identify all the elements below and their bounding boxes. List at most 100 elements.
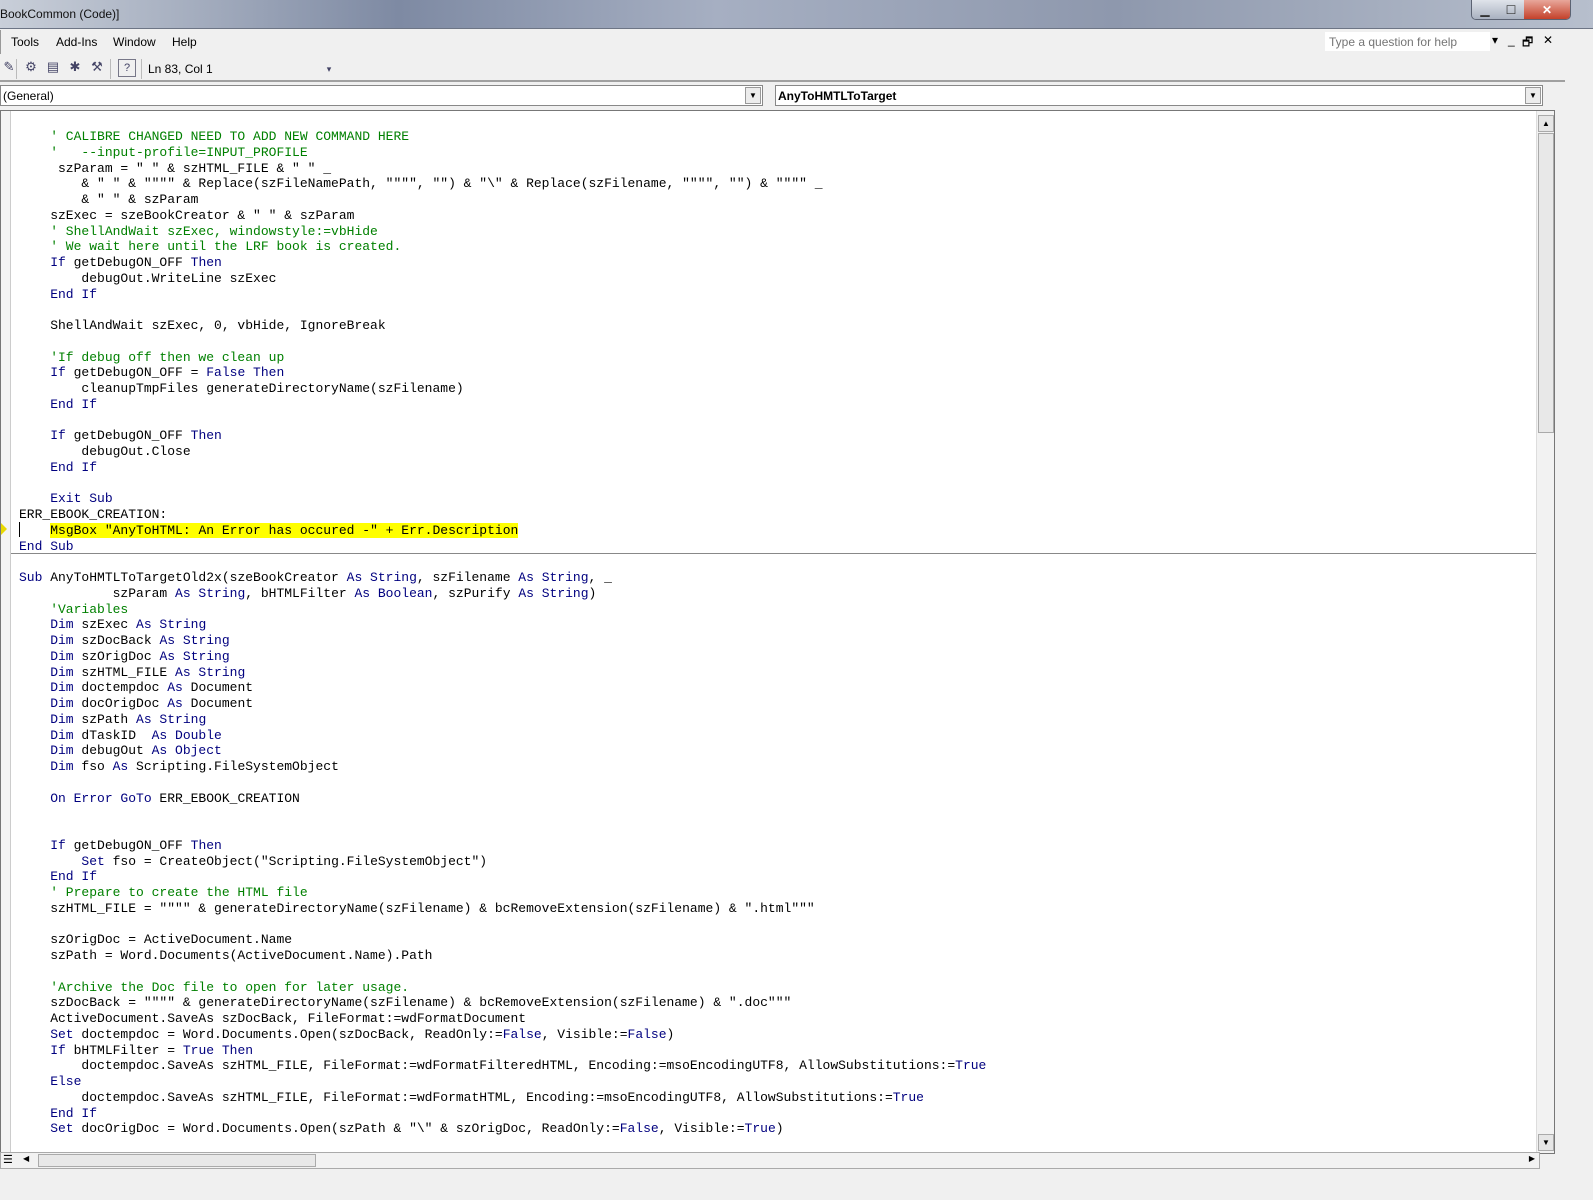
code-line[interactable]: If getDebugON_OFF = False Then [19, 365, 986, 381]
mdi-close-button[interactable]: ✕ [1543, 33, 1553, 47]
code-line[interactable] [19, 476, 986, 492]
code-line[interactable]: ' Prepare to create the HTML file [19, 885, 986, 901]
code-line[interactable]: End If [19, 397, 986, 413]
help-search-input[interactable] [1325, 32, 1490, 51]
code-line[interactable]: debugOut.WriteLine szExec [19, 271, 986, 287]
code-line[interactable]: ERR_EBOOK_CREATION: [19, 507, 986, 523]
code-line[interactable]: doctempdoc.SaveAs szHTML_FILE, FileForma… [19, 1090, 986, 1106]
mdi-minimize-button[interactable]: _ [1508, 33, 1515, 47]
code-line[interactable]: Else [19, 1074, 986, 1090]
object-combo[interactable]: (General) ▼ [0, 85, 763, 106]
code-line[interactable]: ShellAndWait szExec, 0, vbHide, IgnoreBr… [19, 318, 986, 334]
code-line[interactable]: debugOut.Close [19, 444, 986, 460]
toolbox-icon[interactable]: ⚒ [88, 59, 106, 77]
code-line[interactable]: szPath = Word.Documents(ActiveDocument.N… [19, 948, 986, 964]
code-line[interactable]: szOrigDoc = ActiveDocument.Name [19, 932, 986, 948]
code-line[interactable]: doctempdoc.SaveAs szHTML_FILE, FileForma… [19, 1058, 986, 1074]
code-text: getDebugON_OFF [65, 837, 191, 853]
code-line[interactable]: Dim szExec As String [19, 617, 986, 633]
scroll-down-button[interactable]: ▼ [1538, 1134, 1554, 1151]
code-line[interactable] [19, 413, 986, 429]
code-line[interactable]: szParam As String, bHTMLFilter As Boolea… [19, 586, 986, 602]
minimize-button[interactable]: ▁ [1472, 0, 1498, 19]
code-line[interactable]: End If [19, 869, 986, 885]
code-line[interactable]: ' CALIBRE CHANGED NEED TO ADD NEW COMMAN… [19, 129, 986, 145]
code-editor[interactable]: ' CALIBRE CHANGED NEED TO ADD NEW COMMAN… [19, 129, 986, 1137]
code-line[interactable]: End If [19, 1106, 986, 1122]
code-line[interactable]: Dim szOrigDoc As String [19, 649, 986, 665]
close-button[interactable]: ✕ [1524, 0, 1570, 19]
code-line[interactable]: Dim szDocBack As String [19, 633, 986, 649]
code-line[interactable]: szParam = " " & szHTML_FILE & " " _ [19, 161, 986, 177]
scroll-left-button[interactable]: ◀ [23, 1154, 29, 1163]
horizontal-scrollbar[interactable]: ☰ ◀ ▶ [0, 1152, 1540, 1169]
menu-window[interactable]: Window [113, 35, 156, 49]
full-module-view-icon[interactable]: ☰ [3, 1153, 13, 1166]
code-line[interactable]: Set doctempdoc = Word.Documents.Open(szD… [19, 1027, 986, 1043]
code-line[interactable]: ' We wait here until the LRF book is cre… [19, 239, 986, 255]
properties-window-icon[interactable]: ▤ [44, 59, 62, 77]
code-line[interactable]: Dim fso As Scripting.FileSystemObject [19, 759, 986, 775]
code-line[interactable]: Dim doctempdoc As Document [19, 680, 986, 696]
code-line[interactable]: 'If debug off then we clean up [19, 350, 986, 366]
menu-add-ins[interactable]: Add-Ins [56, 35, 97, 49]
code-line[interactable]: End If [19, 460, 986, 476]
code-line[interactable] [19, 964, 986, 980]
code-line[interactable]: If getDebugON_OFF Then [19, 838, 986, 854]
code-line[interactable]: Sub AnyToHMTLToTargetOld2x(szeBookCreato… [19, 570, 986, 586]
vertical-scroll-thumb[interactable] [1538, 133, 1554, 433]
code-line[interactable]: End If [19, 287, 986, 303]
code-line[interactable] [19, 775, 986, 791]
code-line[interactable]: szExec = szeBookCreator & " " & szParam [19, 208, 986, 224]
code-line[interactable]: 'Variables [19, 602, 986, 618]
code-line[interactable]: If getDebugON_OFF Then [19, 428, 986, 444]
help-dropdown-icon[interactable]: ▾ [1492, 33, 1498, 47]
mdi-restore-button[interactable]: 🗗 [1522, 33, 1533, 54]
scroll-up-button[interactable]: ▲ [1538, 115, 1554, 132]
code-line[interactable]: End Sub [19, 539, 986, 555]
vertical-scrollbar[interactable]: ▲ ▼ [1536, 111, 1554, 1153]
code-line[interactable] [19, 302, 986, 318]
code-line[interactable] [19, 554, 986, 570]
object-browser-icon[interactable]: ✱ [66, 59, 84, 77]
code-line[interactable]: MsgBox "AnyToHTML: An Error has occured … [19, 522, 986, 539]
margin-indicator-bar[interactable] [1, 111, 11, 1153]
code-line[interactable]: ' --input-profile=INPUT_PROFILE [19, 145, 986, 161]
code-line[interactable]: szDocBack = """" & generateDirectoryName… [19, 995, 986, 1011]
code-line[interactable] [19, 334, 986, 350]
code-line[interactable] [19, 917, 986, 933]
code-line[interactable]: Dim docOrigDoc As Document [19, 696, 986, 712]
code-line[interactable]: Set fso = CreateObject("Scripting.FileSy… [19, 854, 986, 870]
code-line[interactable]: Dim dTaskID As Double [19, 728, 986, 744]
code-pane[interactable]: ' CALIBRE CHANGED NEED TO ADD NEW COMMAN… [0, 110, 1555, 1154]
code-line[interactable]: 'Archive the Doc file to open for later … [19, 980, 986, 996]
code-line[interactable]: Dim debugOut As Object [19, 743, 986, 759]
code-line[interactable]: ' ShellAndWait szExec, windowstyle:=vbHi… [19, 224, 986, 240]
chevron-down-icon[interactable]: ▼ [1525, 87, 1541, 104]
menu-help[interactable]: Help [172, 35, 197, 49]
horizontal-scroll-thumb[interactable] [38, 1154, 316, 1167]
menu-tools[interactable]: Tools [11, 35, 39, 49]
chevron-down-icon[interactable]: ▼ [745, 87, 761, 104]
code-line[interactable]: Set docOrigDoc = Word.Documents.Open(szP… [19, 1121, 986, 1137]
toolbar-separator [16, 59, 17, 79]
maximize-button[interactable]: ☐ [1498, 0, 1524, 19]
code-line[interactable] [19, 806, 986, 822]
toolbar-options-icon[interactable]: ▾ [320, 64, 338, 82]
code-line[interactable]: szHTML_FILE = """" & generateDirectoryNa… [19, 901, 986, 917]
help-icon[interactable]: ? [118, 59, 136, 77]
code-line[interactable]: & " " & szParam [19, 192, 986, 208]
code-line[interactable]: Exit Sub [19, 491, 986, 507]
code-line[interactable]: On Error GoTo ERR_EBOOK_CREATION [19, 791, 986, 807]
procedure-combo[interactable]: AnyToHMTLToTarget ▼ [775, 85, 1543, 106]
code-line[interactable]: Dim szHTML_FILE As String [19, 665, 986, 681]
code-line[interactable]: cleanupTmpFiles generateDirectoryName(sz… [19, 381, 986, 397]
scroll-right-button[interactable]: ▶ [1529, 1154, 1535, 1163]
project-explorer-icon[interactable]: ⚙ [22, 59, 40, 77]
code-line[interactable]: Dim szPath As String [19, 712, 986, 728]
code-line[interactable]: If bHTMLFilter = True Then [19, 1043, 986, 1059]
code-line[interactable]: ActiveDocument.SaveAs szDocBack, FileFor… [19, 1011, 986, 1027]
code-line[interactable]: If getDebugON_OFF Then [19, 255, 986, 271]
code-line[interactable] [19, 822, 986, 838]
code-line[interactable]: & " " & """" & Replace(szFileNamePath, "… [19, 176, 986, 192]
